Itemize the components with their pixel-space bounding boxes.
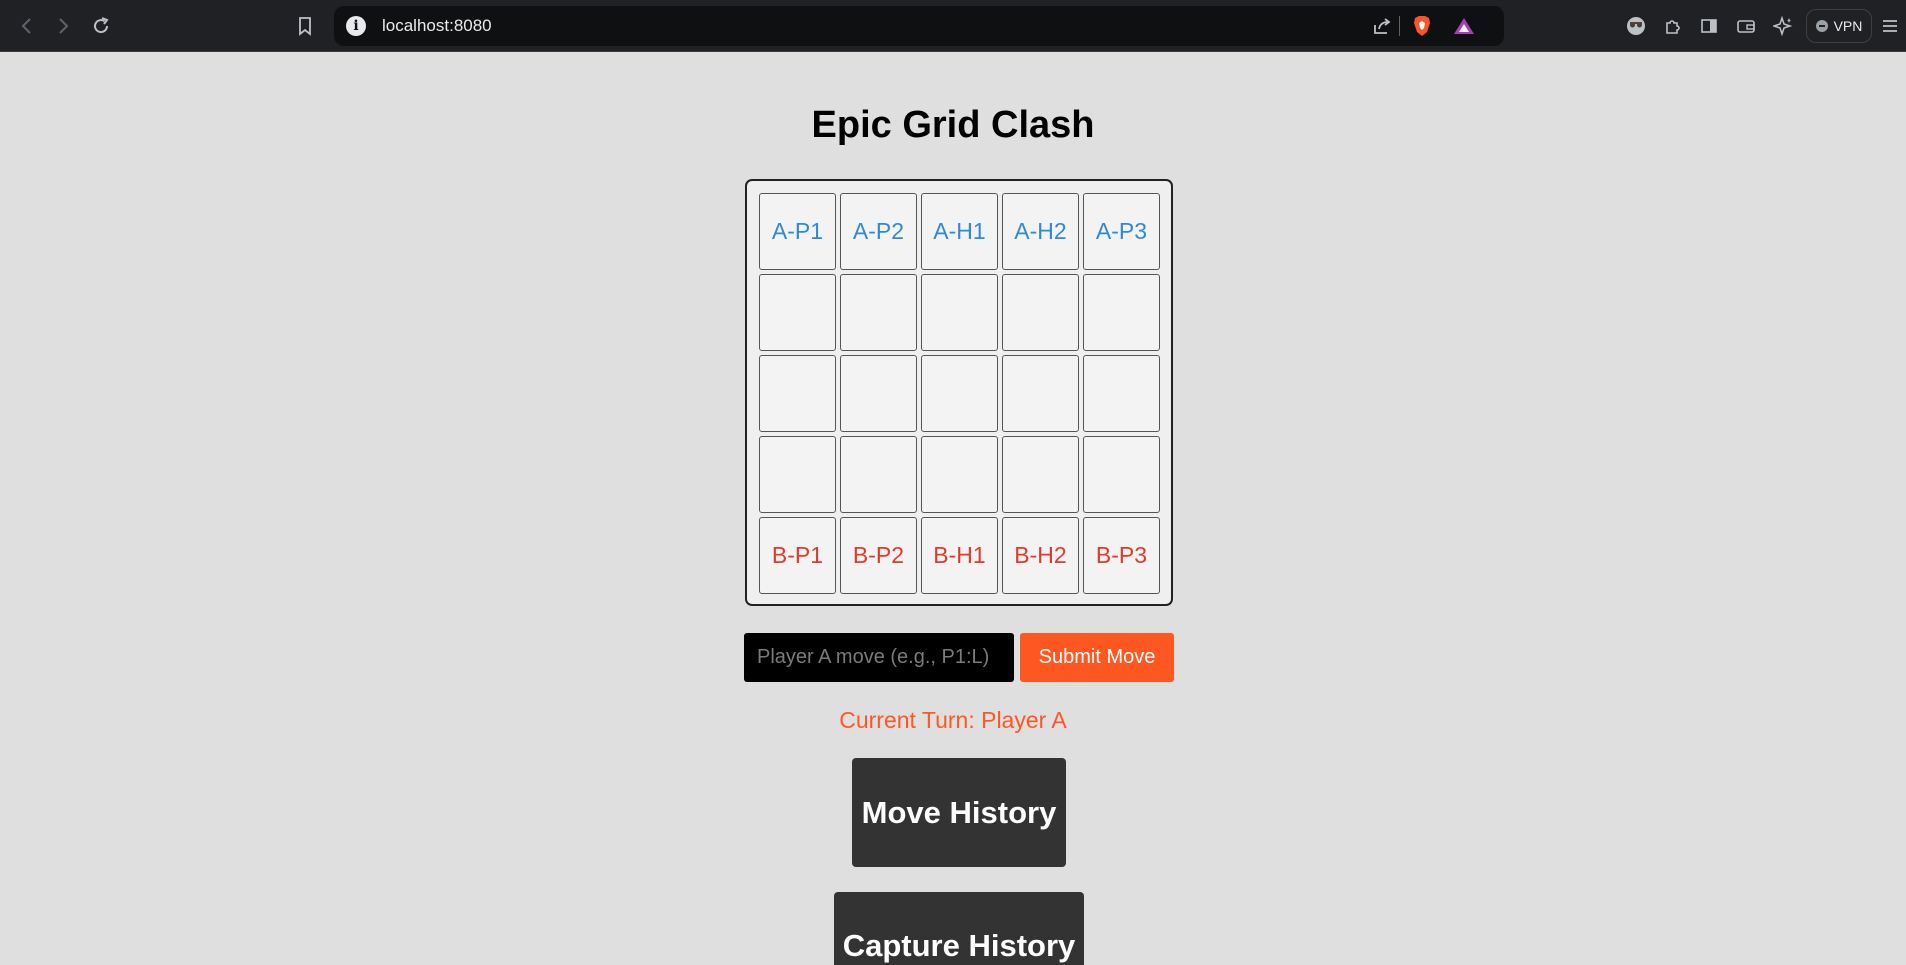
vpn-button[interactable]: VPN: [1806, 9, 1872, 43]
board-cell-piece[interactable]: A-P3: [1083, 193, 1160, 270]
board-cell-piece[interactable]: A-H2: [1002, 193, 1079, 270]
brave-shields-icon[interactable]: [1410, 14, 1434, 38]
board-cell-empty[interactable]: [921, 436, 998, 513]
url-text: localhost:8080: [382, 16, 492, 35]
bookmark-icon[interactable]: [292, 13, 318, 39]
move-input[interactable]: [744, 633, 1014, 682]
board-cell-empty[interactable]: [840, 436, 917, 513]
submit-move-button[interactable]: Submit Move: [1020, 633, 1174, 682]
board-cell-piece[interactable]: B-P1: [759, 517, 836, 594]
board-cell-empty[interactable]: [759, 274, 836, 351]
extensions-icon[interactable]: [1660, 13, 1686, 39]
board-cell-piece[interactable]: B-P3: [1083, 517, 1160, 594]
address-bar[interactable]: i localhost:8080: [334, 6, 1504, 46]
board-cell-piece[interactable]: B-H2: [1002, 517, 1079, 594]
page-title: Epic Grid Clash: [811, 104, 1095, 146]
board-cell-empty[interactable]: [1002, 355, 1079, 432]
share-icon[interactable]: [1370, 14, 1394, 38]
board-cell-empty[interactable]: [921, 274, 998, 351]
board-cell-empty[interactable]: [1002, 436, 1079, 513]
forward-icon[interactable]: [50, 13, 76, 39]
divider: [1399, 16, 1400, 36]
board-cell-empty[interactable]: [759, 436, 836, 513]
current-turn-text: Current Turn: Player A: [839, 707, 1067, 733]
browser-toolbar: i localhost:8080 VPN: [0, 0, 1906, 52]
site-info-icon[interactable]: i: [346, 16, 366, 36]
board-cell-empty[interactable]: [1083, 355, 1160, 432]
board-cell-piece[interactable]: B-P2: [840, 517, 917, 594]
board-cell-empty[interactable]: [1002, 274, 1079, 351]
game-board: A-P1 A-P2 A-H1 A-H2 A-P3 B-P1 B-P2 B-H1 B-H2 B-P3: [745, 179, 1173, 606]
board-cell-empty[interactable]: [921, 355, 998, 432]
board-cell-empty[interactable]: [840, 274, 917, 351]
board-cell-empty[interactable]: [1083, 436, 1160, 513]
board-cell-empty[interactable]: [759, 355, 836, 432]
menu-icon[interactable]: [1878, 13, 1902, 39]
move-history-button[interactable]: Move History: [852, 758, 1066, 867]
board-cell-empty[interactable]: [1083, 274, 1160, 351]
profile-icon[interactable]: [1623, 13, 1649, 39]
capture-history-button[interactable]: Capture History: [834, 892, 1084, 965]
board-cell-piece[interactable]: A-H1: [921, 193, 998, 270]
wallet-icon[interactable]: [1733, 13, 1759, 39]
vpn-icon: [1815, 20, 1828, 32]
board-cell-piece[interactable]: B-H1: [921, 517, 998, 594]
back-icon[interactable]: [14, 13, 40, 39]
board-cell-piece[interactable]: A-P1: [759, 193, 836, 270]
vpn-label: VPN: [1833, 18, 1863, 34]
leo-ai-icon[interactable]: [1770, 13, 1796, 39]
brave-rewards-icon[interactable]: [1452, 14, 1476, 38]
sidebar-icon[interactable]: [1696, 13, 1722, 39]
reload-icon[interactable]: [88, 13, 114, 39]
board-cell-empty[interactable]: [840, 355, 917, 432]
board-cell-piece[interactable]: A-P2: [840, 193, 917, 270]
